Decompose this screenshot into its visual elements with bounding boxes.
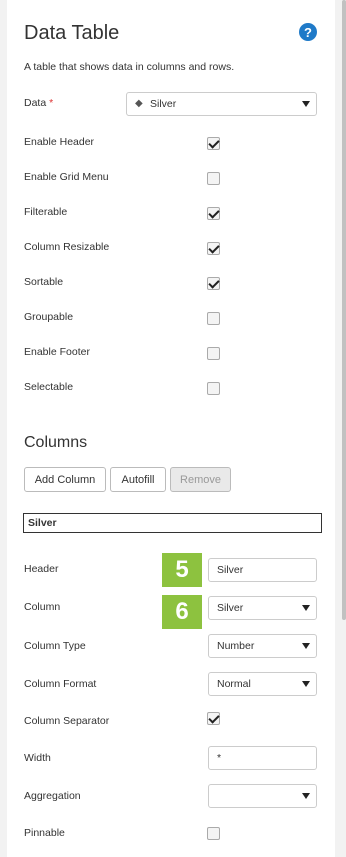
header-input[interactable]: Silver: [208, 558, 317, 582]
column-label: Column: [24, 601, 61, 613]
pinnable-checkbox[interactable]: [207, 827, 220, 840]
column-format-label: Column Format: [24, 678, 97, 690]
chevron-down-icon: [302, 681, 310, 687]
step-badge-5: 5: [162, 553, 202, 587]
option-label: Enable Header: [24, 136, 95, 148]
column-separator-label: Column Separator: [24, 715, 110, 727]
panel-description: A table that shows data in columns and r…: [24, 61, 235, 73]
option-checkbox[interactable]: [207, 382, 220, 395]
step-badge-6: 6: [162, 595, 202, 629]
option-checkbox[interactable]: [207, 137, 220, 150]
aggregation-select[interactable]: [208, 784, 317, 808]
properties-panel: [7, 0, 335, 857]
width-label: Width: [24, 752, 51, 764]
autofill-button[interactable]: Autofill: [110, 467, 166, 492]
panel-title: Data Table: [24, 22, 120, 44]
column-type-label: Column Type: [24, 640, 86, 652]
option-checkbox[interactable]: [207, 172, 220, 185]
column-type-select[interactable]: Number: [208, 634, 317, 658]
chevron-down-icon: [302, 793, 310, 799]
column-type-value: Number: [217, 640, 255, 652]
help-icon[interactable]: ?: [299, 23, 317, 41]
option-checkbox[interactable]: [207, 347, 220, 360]
data-label-text: Data: [24, 97, 47, 109]
chevron-down-icon: [302, 643, 310, 649]
remove-button[interactable]: Remove: [170, 467, 231, 492]
column-separator-checkbox[interactable]: [207, 712, 220, 725]
chevron-down-icon: [302, 605, 310, 611]
scrollbar-thumb[interactable]: [342, 0, 346, 620]
tag-icon: ◆: [135, 98, 143, 109]
option-label: Column Resizable: [24, 241, 110, 253]
option-checkbox[interactable]: [207, 242, 220, 255]
column-select[interactable]: Silver: [208, 596, 317, 620]
aggregation-label: Aggregation: [24, 790, 81, 802]
required-mark: *: [49, 97, 54, 109]
option-checkbox[interactable]: [207, 277, 220, 290]
option-checkbox[interactable]: [207, 207, 220, 220]
columns-section-title: Columns: [24, 434, 88, 451]
option-checkbox[interactable]: [207, 312, 220, 325]
data-select-value: Silver: [150, 98, 177, 110]
option-label: Selectable: [24, 381, 74, 393]
option-label: Enable Footer: [24, 346, 90, 358]
chevron-down-icon: [302, 101, 310, 107]
data-label: Data *: [24, 97, 53, 109]
column-select-value: Silver: [217, 602, 244, 614]
option-label: Sortable: [24, 276, 64, 288]
option-label: Groupable: [24, 311, 74, 323]
column-format-value: Normal: [217, 678, 251, 690]
width-input[interactable]: *: [208, 746, 317, 770]
header-label: Header: [24, 563, 59, 575]
option-label: Enable Grid Menu: [24, 171, 109, 183]
data-select[interactable]: ◆ Silver: [126, 92, 317, 116]
column-format-select[interactable]: Normal: [208, 672, 317, 696]
add-column-button[interactable]: Add Column: [24, 467, 106, 492]
pinnable-label: Pinnable: [24, 827, 65, 839]
selected-column-item[interactable]: Silver: [23, 513, 322, 533]
option-label: Filterable: [24, 206, 68, 218]
